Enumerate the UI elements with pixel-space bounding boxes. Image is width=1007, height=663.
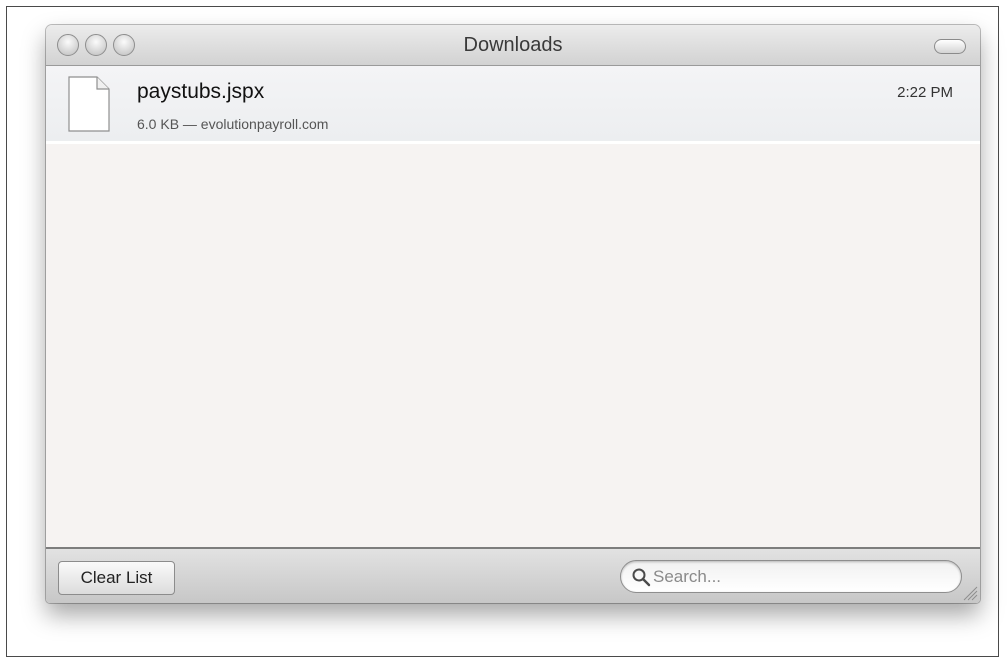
title-bar[interactable]: Downloads: [46, 25, 980, 66]
clear-list-button[interactable]: Clear List: [58, 561, 175, 595]
window-title: Downloads: [463, 34, 563, 56]
file-details: 6.0 KB — evolutionpayroll.com: [137, 116, 329, 132]
search-field[interactable]: [620, 560, 962, 593]
download-item[interactable]: paystubs.jspx 6.0 KB — evolutionpayroll.…: [46, 66, 980, 144]
download-time: 2:22 PM: [897, 84, 953, 101]
toolbar-toggle-icon[interactable]: [934, 39, 966, 54]
downloads-window: Downloads paystubs.jspx 6.0 KB — evoluti…: [46, 25, 980, 603]
bottom-bar: Clear List: [46, 547, 980, 603]
document-icon: [68, 76, 110, 132]
resize-grip-icon[interactable]: [962, 585, 978, 601]
downloads-list-empty-area: [46, 144, 980, 548]
search-icon: [632, 568, 651, 587]
file-name: paystubs.jspx: [137, 80, 265, 103]
search-input[interactable]: [653, 565, 943, 589]
